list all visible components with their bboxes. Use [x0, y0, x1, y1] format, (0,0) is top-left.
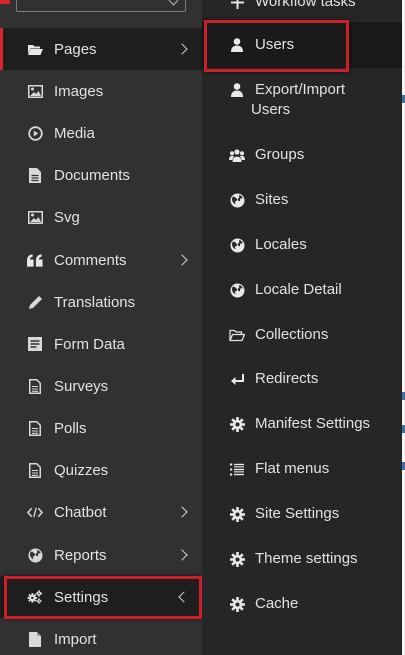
sidebar-item-pages[interactable]: Pages: [0, 28, 202, 70]
sidebar-item-label: Form Data: [54, 335, 125, 353]
list-document-icon: [27, 420, 43, 436]
sidebar-item-label: Documents: [54, 166, 130, 184]
sidebar-item-label: Import: [54, 630, 97, 648]
submenu-item-workflow-tasks[interactable]: Workflow tasks: [202, 0, 402, 12]
submenu-item-flat-menus[interactable]: Flat menus: [202, 458, 402, 480]
submenu-item-label: Theme settings: [255, 550, 358, 567]
form-icon: [27, 336, 43, 352]
globe-icon: [229, 192, 245, 208]
sidebar-item-images[interactable]: Images: [0, 70, 202, 112]
sidebar-item-label: Comments: [54, 251, 127, 269]
submenu-item-label: Flat menus: [255, 460, 330, 477]
list-document-icon: [27, 462, 43, 478]
gear-icon: [229, 416, 245, 432]
submenu-item-label: Site Settings: [255, 505, 340, 522]
submenu-item-cache[interactable]: Cache: [202, 593, 402, 615]
sidebar-item-polls[interactable]: Polls: [0, 407, 202, 449]
users-highlight-box: [204, 20, 349, 72]
sidebar-search-field[interactable]: [16, 0, 186, 12]
sidebar-accent-tab: [0, 0, 10, 4]
sidebar-item-label: Translations: [54, 293, 136, 311]
sidebar-item-label: Reports: [54, 546, 107, 564]
settings-submenu: Workflow tasks Users Export/Import Users…: [202, 0, 402, 655]
pencil-icon: [27, 294, 43, 310]
submenu-item-label: Collections: [255, 326, 329, 343]
submenu-item-redirects[interactable]: Redirects: [202, 368, 402, 390]
sidebar-item-media[interactable]: Media: [0, 112, 202, 154]
submenu-item-manifest-settings[interactable]: Manifest Settings: [202, 413, 402, 435]
submenu-item-label: Cache: [255, 595, 299, 612]
submenu-item-label: Manifest Settings: [255, 415, 371, 432]
globe-icon: [229, 237, 245, 253]
chevron-down-icon: [168, 0, 179, 6]
document-icon: [27, 167, 43, 183]
submenu-item-locale-detail[interactable]: Locale Detail: [202, 279, 402, 301]
submenu-item-label: Export/Import: [255, 81, 346, 98]
submenu-item-export-import-users[interactable]: Export/Import Users: [202, 76, 402, 122]
sidebar-item-label: Media: [54, 124, 95, 142]
folder-open-icon: [27, 41, 43, 57]
sidebar-item-documents[interactable]: Documents: [0, 154, 202, 196]
gear-icon: [229, 551, 245, 567]
sidebar-item-surveys[interactable]: Surveys: [0, 365, 202, 407]
document-icon: [27, 631, 43, 647]
submenu-item-label: Locale Detail: [255, 281, 342, 298]
sidebar-item-label: Svg: [54, 208, 80, 226]
sidebar-item-quizzes[interactable]: Quizzes: [0, 449, 202, 491]
list-icon: [229, 461, 245, 477]
submenu-item-label: Workflow tasks: [255, 0, 356, 10]
redirect-arrow-icon: [229, 371, 245, 387]
sidebar-item-import[interactable]: Import: [0, 618, 202, 655]
submenu-item-label-line2: Users: [251, 101, 291, 118]
submenu-item-theme-settings[interactable]: Theme settings: [202, 548, 402, 570]
submenu-item-collections[interactable]: Collections: [202, 324, 402, 346]
sidebar-item-reports[interactable]: Reports: [0, 534, 202, 576]
chevron-right-icon: [176, 549, 188, 561]
quote-icon: [27, 252, 43, 268]
sidebar-item-form-data[interactable]: Form Data: [0, 323, 202, 365]
sidebar-item-comments[interactable]: Comments: [0, 239, 202, 281]
main-sidebar: Pages Images Media Documents Svg Comment…: [0, 0, 202, 655]
chevron-right-icon: [176, 43, 188, 55]
globe-icon: [27, 547, 43, 563]
submenu-item-label: Redirects: [255, 370, 319, 387]
sidebar-item-svg[interactable]: Svg: [0, 196, 202, 238]
list-document-icon: [27, 378, 43, 394]
image-icon: [27, 209, 43, 225]
chevron-right-icon: [176, 506, 188, 518]
gear-icon: [229, 596, 245, 612]
sidebar-item-translations[interactable]: Translations: [0, 281, 202, 323]
sidebar-item-label: Chatbot: [54, 503, 107, 521]
play-circle-icon: [27, 125, 43, 141]
code-icon: [27, 504, 43, 520]
settings-highlight-box: [4, 576, 202, 619]
image-icon: [27, 83, 43, 99]
folder-open-icon: [229, 327, 245, 343]
submenu-item-groups[interactable]: Groups: [202, 144, 402, 166]
chevron-right-icon: [176, 254, 188, 266]
plus-icon: [229, 0, 245, 10]
submenu-item-site-settings[interactable]: Site Settings: [202, 503, 402, 525]
gear-icon: [229, 506, 245, 522]
submenu-item-locales[interactable]: Locales: [202, 234, 402, 256]
submenu-item-label: Locales: [255, 236, 307, 253]
submenu-item-label: Groups: [255, 146, 305, 163]
sidebar-item-label: Quizzes: [54, 461, 109, 479]
globe-icon: [229, 282, 245, 298]
sidebar-item-label: Polls: [54, 419, 87, 437]
sidebar-item-chatbot[interactable]: Chatbot: [0, 491, 202, 533]
submenu-item-label: Sites: [255, 191, 289, 208]
sidebar-item-label: Surveys: [54, 377, 109, 395]
sidebar-item-label: Images: [54, 82, 104, 100]
submenu-item-sites[interactable]: Sites: [202, 189, 402, 211]
sidebar-item-label: Pages: [54, 40, 97, 58]
user-icon: [229, 82, 245, 98]
group-icon: [229, 147, 245, 163]
